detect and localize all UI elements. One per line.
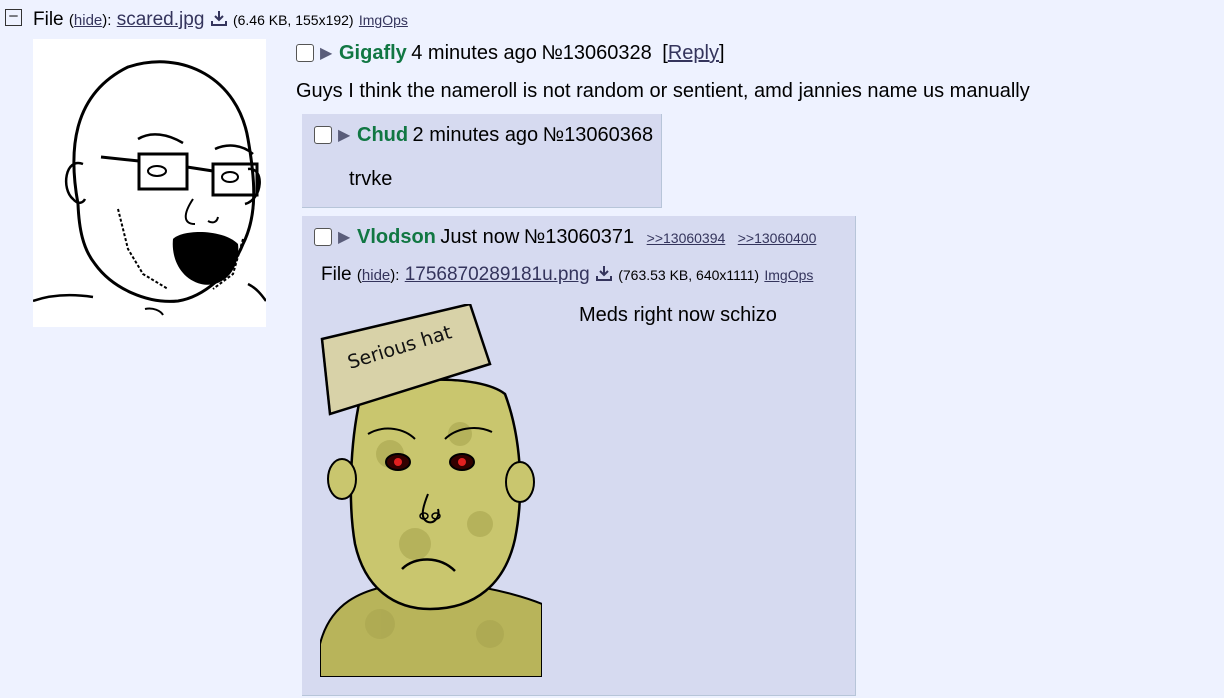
op-post-time: 4 minutes ago	[411, 42, 537, 64]
reply-poster-name: Vlodson	[357, 226, 436, 248]
reply-thumbnail[interactable]: Serious hat	[319, 302, 543, 678]
reply-post-header: Chud 2 minutes ago №13060368	[357, 124, 653, 147]
reply-message: trvke	[349, 168, 393, 190]
op-message: Guys I think the nameroll is not random …	[296, 80, 1030, 102]
op-imgops-link[interactable]: ImgOps	[359, 12, 408, 28]
reply-hide-wrap: (hide):	[356, 267, 400, 284]
reply-message: Meds right now schizo	[579, 304, 777, 326]
reply-select-checkbox[interactable]	[314, 228, 332, 246]
download-icon[interactable]	[210, 9, 228, 27]
reply-post-number[interactable]: №13060371	[524, 226, 634, 248]
op-file-meta: (6.46 KB, 155x192)	[232, 12, 354, 28]
collapse-thread-icon[interactable]: –	[5, 9, 22, 26]
reply-post-menu-icon[interactable]: ▶	[338, 227, 350, 247]
reply-poster-name: Chud	[357, 124, 409, 146]
reply-file-info: File (hide): 1756870289181u.png (763.53 …	[321, 264, 813, 286]
op-post-header: Gigafly 4 minutes ago №13060328 [Reply]	[339, 42, 725, 65]
reply-post-number[interactable]: №13060368	[543, 124, 653, 146]
reply-post-chud: ▶ Chud 2 minutes ago №13060368 trvke	[302, 114, 662, 208]
reply-file-label: File	[321, 264, 352, 285]
backlink[interactable]: >>13060400	[738, 230, 817, 246]
reply-post-vlodson: ▶ Vlodson Just now №13060371 >>13060394 …	[302, 216, 856, 696]
op-reply-wrap: [Reply]	[662, 42, 725, 64]
op-post-menu-icon[interactable]: ▶	[320, 43, 332, 63]
wojak-image	[32, 60, 268, 316]
op-filename-link[interactable]: scared.jpg	[117, 9, 205, 30]
reply-filename-link[interactable]: 1756870289181u.png	[405, 264, 590, 285]
op-hide-wrap: (hide):	[68, 12, 112, 29]
download-icon[interactable]	[595, 264, 613, 282]
reply-hide-link[interactable]: hide	[362, 267, 390, 284]
reply-post-menu-icon[interactable]: ▶	[338, 125, 350, 145]
op-thumbnail[interactable]	[32, 39, 268, 327]
reply-post-time: Just now	[440, 226, 520, 248]
reply-imgops-link[interactable]: ImgOps	[764, 267, 813, 283]
reply-select-checkbox[interactable]	[314, 126, 332, 144]
op-file-info: File (hide): scared.jpg (6.46 KB, 155x19…	[33, 9, 408, 31]
op-poster-name: Gigafly	[339, 42, 407, 64]
op-file-label: File	[33, 9, 64, 30]
reply-post-header: Vlodson Just now №13060371 >>13060394 >>…	[357, 226, 816, 249]
op-post-number[interactable]: №13060328	[541, 42, 651, 64]
op-select-checkbox[interactable]	[296, 44, 314, 62]
op-hide-link[interactable]: hide	[74, 12, 102, 29]
reply-file-meta: (763.53 KB, 640x1111)	[618, 267, 760, 283]
op-reply-link[interactable]: Reply	[668, 42, 719, 64]
reply-post-time: 2 minutes ago	[412, 124, 539, 146]
backlink[interactable]: >>13060394	[647, 230, 726, 246]
serious-hat-image: Serious hat	[319, 302, 543, 678]
